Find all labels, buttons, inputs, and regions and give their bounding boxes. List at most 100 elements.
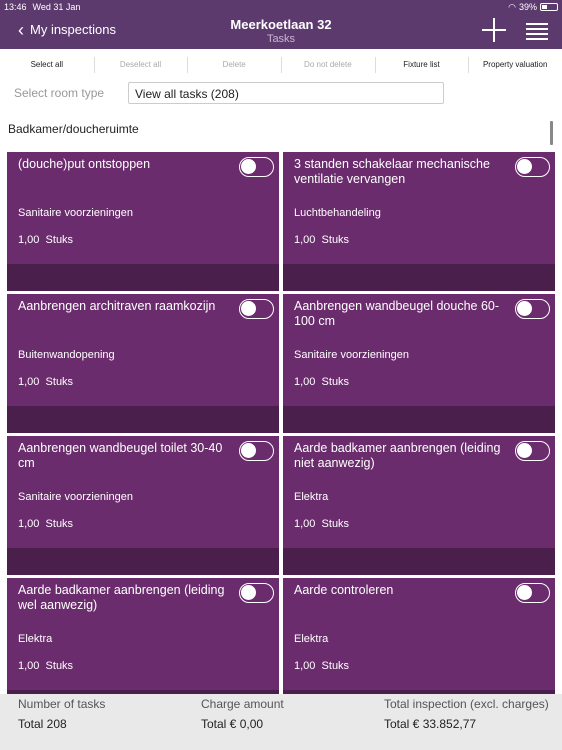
task-toggle[interactable] <box>515 299 550 319</box>
summary-total: Total inspection (excl. charges) Total €… <box>384 697 549 731</box>
task-category: Luchtbehandeling <box>294 207 381 219</box>
navbar: ‹ My inspections Meerkoetlaan 32 Tasks <box>0 14 562 49</box>
task-category: Elektra <box>18 633 53 645</box>
action-toolbar: Select all Deselect all Delete Do not de… <box>0 49 562 79</box>
quantity-unit: Stuks <box>45 376 74 388</box>
task-quantity: 1,00 Stuks <box>294 376 349 388</box>
toggle-knob <box>241 585 256 600</box>
quantity-unit: Stuks <box>45 660 74 672</box>
task-card[interactable]: 3 standen schakelaar mechanische ventila… <box>283 152 555 291</box>
task-card-footer <box>283 406 555 433</box>
quantity-value: 1,00 <box>18 660 40 672</box>
quantity-value: 1,00 <box>18 234 40 246</box>
plus-icon[interactable] <box>482 18 506 42</box>
charge-amount-label: Charge amount <box>201 697 284 711</box>
task-title: Aarde badkamer aanbrengen (leiding wel a… <box>18 583 225 612</box>
task-card[interactable]: (douche)put ontstoppen Sanitaire voorzien… <box>7 152 279 291</box>
fixture-list-button[interactable]: Fixture list <box>374 56 469 73</box>
task-title: 3 standen schakelaar mechanische ventila… <box>294 157 490 186</box>
task-card-footer <box>283 264 555 291</box>
quantity-unit: Stuks <box>321 660 350 672</box>
status-bar: 13:46 Wed 31 Jan ◠ 39% <box>0 0 562 14</box>
task-toggle[interactable] <box>239 441 274 461</box>
status-time: 13:46 <box>4 2 27 12</box>
number-of-tasks-label: Number of tasks <box>18 697 106 711</box>
page-title: Meerkoetlaan 32 <box>230 17 332 32</box>
toggle-knob <box>241 159 256 174</box>
task-card-footer <box>7 406 279 433</box>
task-title: Aarde controleren <box>294 583 394 597</box>
summary-charge: Charge amount Total € 0,00 <box>201 697 284 731</box>
task-quantity: 1,00 Stuks <box>294 518 349 530</box>
task-toggle[interactable] <box>515 157 550 177</box>
task-title: (douche)put ontstoppen <box>18 157 151 171</box>
task-card-footer <box>7 548 279 575</box>
task-toggle[interactable] <box>239 299 274 319</box>
task-title: Aanbrengen wandbeugel toilet 30-40 cm <box>18 441 223 470</box>
task-toggle[interactable] <box>515 441 550 461</box>
delete-button[interactable]: Delete <box>187 56 281 73</box>
task-title: Aarde badkamer aanbrengen (leiding niet … <box>294 441 501 470</box>
quantity-value: 1,00 <box>294 518 316 530</box>
task-quantity: 1,00 Stuks <box>18 234 73 246</box>
total-inspection-label: Total inspection (excl. charges) <box>384 697 549 711</box>
total-inspection-value: Total € 33.852,77 <box>384 717 477 731</box>
summary-bar: Number of tasks Total 208 Charge amount … <box>0 694 562 750</box>
wifi-icon: ◠ <box>508 1 516 12</box>
task-title: Aanbrengen wandbeugel douche 60-100 cm <box>294 299 500 328</box>
property-valuation-button[interactable]: Property valuation <box>468 56 562 73</box>
quantity-unit: Stuks <box>321 518 350 530</box>
select-all-button[interactable]: Select all <box>0 60 94 69</box>
number-of-tasks-value: Total 208 <box>18 717 67 731</box>
list-icon[interactable] <box>526 22 548 40</box>
task-card[interactable]: Aanbrengen wandbeugel douche 60-100 cm Sa… <box>283 294 555 433</box>
quantity-value: 1,00 <box>18 518 40 530</box>
task-card-footer <box>7 264 279 291</box>
task-category: Elektra <box>294 491 329 503</box>
room-type-filter: Select room type View all tasks (208) <box>0 79 562 109</box>
quantity-value: 1,00 <box>294 234 316 246</box>
toggle-knob <box>517 301 532 316</box>
toggle-knob <box>517 443 532 458</box>
toggle-knob <box>517 585 532 600</box>
battery-icon <box>540 3 558 11</box>
task-card[interactable]: Aarde badkamer aanbrengen (leiding niet … <box>283 436 555 575</box>
task-quantity: 1,00 Stuks <box>18 518 73 530</box>
task-quantity: 1,00 Stuks <box>18 376 73 388</box>
status-date: Wed 31 Jan <box>32 2 81 12</box>
task-category: Buitenwandopening <box>18 349 115 361</box>
page-subtitle: Tasks <box>266 33 296 45</box>
task-category: Sanitaire voorzieningen <box>18 207 133 219</box>
task-quantity: 1,00 Stuks <box>294 660 349 672</box>
task-category: Elektra <box>294 633 329 645</box>
quantity-unit: Stuks <box>321 376 350 388</box>
deselect-all-button[interactable]: Deselect all <box>93 56 188 73</box>
task-title: Aanbrengen architraven raamkozijn <box>18 299 216 313</box>
task-card[interactable]: Aanbrengen architraven raamkozijn Buitenw… <box>7 294 279 433</box>
toggle-knob <box>241 301 256 316</box>
section-title: Badkamer/doucheruimte <box>8 122 139 136</box>
toggle-knob <box>517 159 532 174</box>
quantity-value: 1,00 <box>18 376 40 388</box>
charge-amount-value: Total € 0,00 <box>201 717 264 731</box>
quantity-unit: Stuks <box>45 234 74 246</box>
battery-percent: 39% <box>518 2 537 12</box>
toggle-knob <box>241 443 256 458</box>
task-card[interactable]: Aanbrengen wandbeugel toilet 30-40 cm San… <box>7 436 279 575</box>
task-toggle[interactable] <box>239 583 274 603</box>
room-type-label: Select room type <box>14 86 105 100</box>
task-quantity: 1,00 Stuks <box>294 234 349 246</box>
summary-number: Number of tasks Total 208 <box>18 697 105 731</box>
quantity-value: 1,00 <box>294 376 316 388</box>
task-card-footer <box>283 548 555 575</box>
task-category: Sanitaire voorzieningen <box>18 491 133 503</box>
quantity-unit: Stuks <box>45 518 74 530</box>
room-type-select[interactable]: View all tasks (208) <box>128 82 444 104</box>
do-not-delete-button[interactable]: Do not delete <box>281 56 375 73</box>
scrollbar[interactable] <box>550 121 553 145</box>
quantity-value: 1,00 <box>294 660 316 672</box>
task-toggle[interactable] <box>239 157 274 177</box>
task-category: Sanitaire voorzieningen <box>294 349 409 361</box>
task-toggle[interactable] <box>515 583 550 603</box>
quantity-unit: Stuks <box>321 234 350 246</box>
